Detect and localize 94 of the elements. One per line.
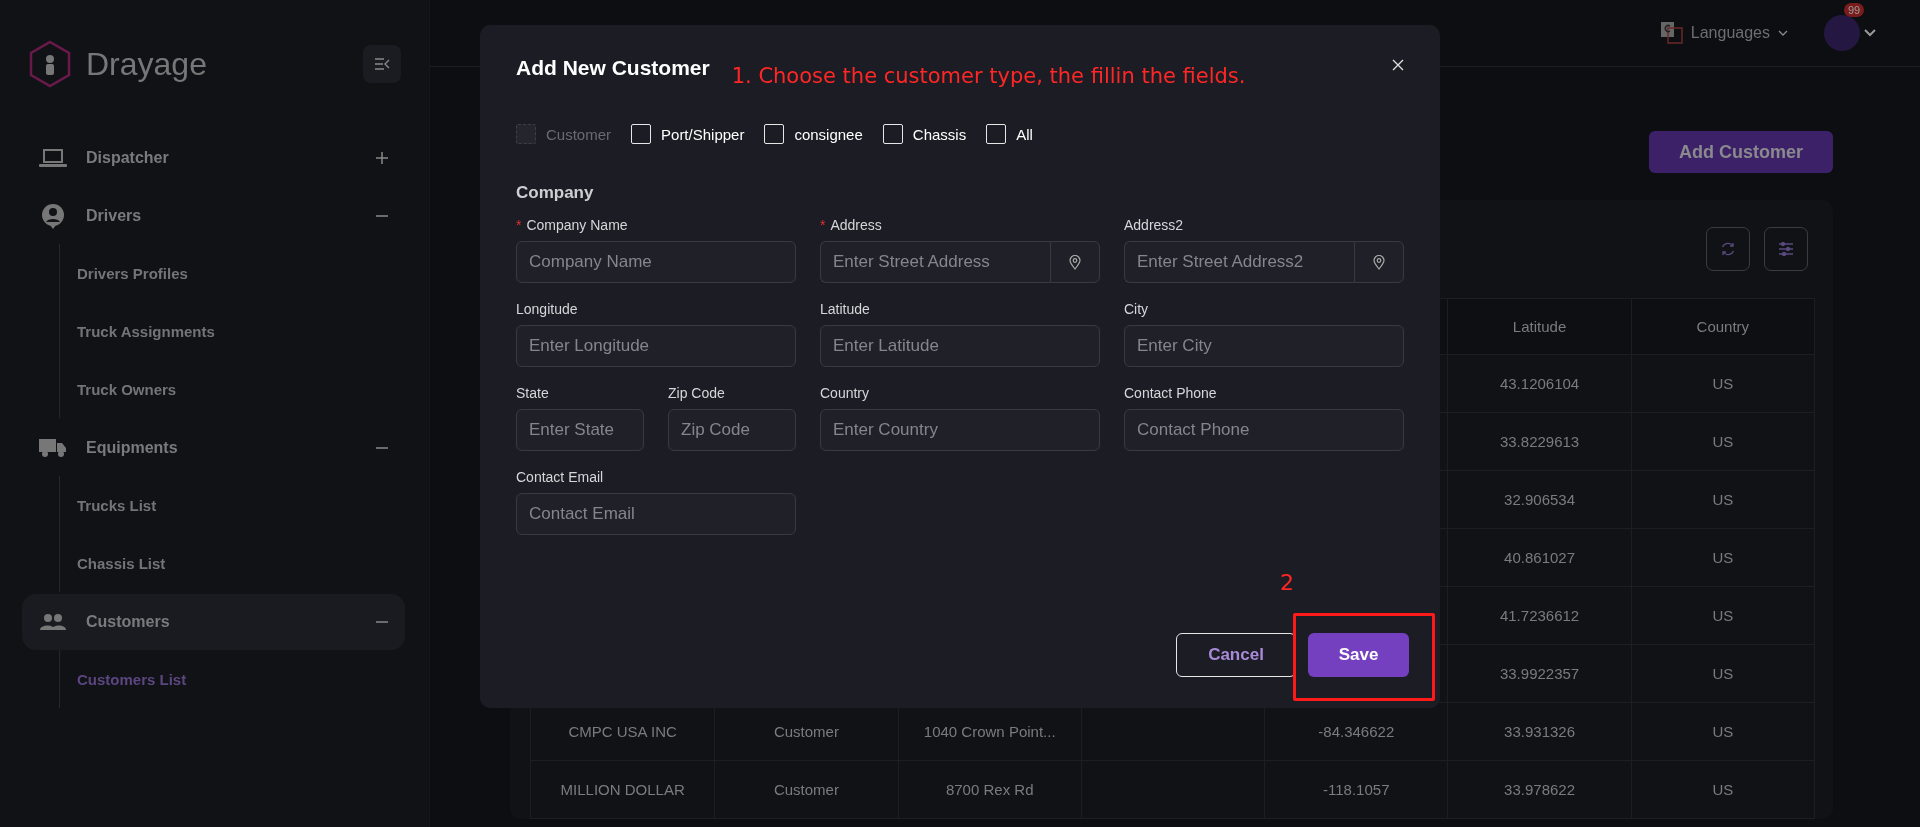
location-button[interactable] xyxy=(1050,241,1100,283)
notification-badge: 99 xyxy=(1844,3,1865,17)
field-label: State xyxy=(516,385,549,401)
table-cell: 33.931326 xyxy=(1447,703,1631,760)
input-field[interactable]: Enter City xyxy=(1124,325,1404,367)
nav-item-highlight[interactable]: Customers xyxy=(22,594,405,650)
field-label: Country xyxy=(820,385,870,401)
input-field[interactable]: Enter Latitude xyxy=(820,325,1100,367)
add-customer-button[interactable]: Add Customer xyxy=(1649,131,1833,173)
table-cell: -118.1057 xyxy=(1264,761,1448,818)
table-cell: 8700 Rex Rd xyxy=(897,761,1081,818)
checkbox-label: Chassis xyxy=(912,125,967,143)
sliders-icon xyxy=(1778,242,1794,256)
nav-item[interactable]: Equipments xyxy=(86,439,375,457)
laptop-icon xyxy=(39,148,67,168)
table-cell-text: CMPC USA INC xyxy=(567,722,678,742)
table-cell: 43.1206104 xyxy=(1447,355,1631,412)
table-cell: US xyxy=(1630,355,1814,412)
field-label: Company Name xyxy=(526,217,628,233)
expand-icon[interactable] xyxy=(375,151,389,165)
table-cell: US xyxy=(1630,587,1814,644)
input-field[interactable]: Enter Longitude xyxy=(516,325,796,367)
field-label: Longitude xyxy=(516,301,578,317)
nav-item[interactable]: Dispatcher xyxy=(86,149,375,167)
checkbox-label: Port/Shipper xyxy=(661,125,745,143)
people-icon xyxy=(39,613,67,631)
input-field[interactable]: Enter Country xyxy=(820,409,1100,451)
field-label: Contact Email xyxy=(516,469,604,485)
logo-icon xyxy=(28,40,72,88)
section-heading: Company xyxy=(516,183,595,203)
input-field[interactable]: Contact Phone xyxy=(1124,409,1404,451)
table-cell: US xyxy=(1630,703,1814,760)
nav-subitem[interactable]: Trucks List xyxy=(60,476,405,534)
chevron-down-icon xyxy=(1778,30,1788,36)
column-header: Country xyxy=(1630,299,1814,354)
nav-subitem[interactable]: Customers List xyxy=(60,650,405,708)
dialog-title: Add New Customer xyxy=(516,56,710,80)
field-label: Address xyxy=(830,217,882,233)
table-cell: 32.906534 xyxy=(1447,471,1631,528)
table-cell: 33.9922357 xyxy=(1447,645,1631,702)
input-field[interactable]: Company Name xyxy=(516,241,796,283)
location-pin-icon xyxy=(1069,254,1081,270)
table-cell-text: MILLION DOLLAR xyxy=(559,780,686,800)
table-cell: Customer xyxy=(714,761,898,818)
nav-subitem[interactable]: Truck Assignments xyxy=(60,302,405,360)
translate-icon xyxy=(1660,22,1683,44)
table-cell: 33.8229613 xyxy=(1447,413,1631,470)
logo-text: Drayage xyxy=(86,45,208,83)
nav-subitem[interactable]: Chassis List xyxy=(60,534,405,592)
input-field[interactable]: Enter State xyxy=(516,409,644,451)
truck-icon xyxy=(39,437,67,459)
table-cell: 40.861027 xyxy=(1447,529,1631,586)
checkbox[interactable] xyxy=(631,124,652,144)
input-field[interactable]: Zip Code xyxy=(668,409,796,451)
checkbox[interactable] xyxy=(986,124,1007,144)
nav-subitem[interactable]: Drivers Profiles xyxy=(60,244,405,302)
table-cell: US xyxy=(1630,471,1814,528)
column-header: Latitude xyxy=(1447,299,1631,354)
table-cell: 33.978622 xyxy=(1447,761,1631,818)
cancel-button[interactable]: Cancel xyxy=(1176,633,1296,677)
checkbox-label: consignee xyxy=(794,125,863,143)
table-cell: US xyxy=(1630,529,1814,586)
annotation-number: 2 xyxy=(1280,570,1294,595)
field-label: Address2 xyxy=(1124,217,1184,233)
table-cell: US xyxy=(1630,413,1814,470)
collapse-button[interactable] xyxy=(363,45,401,83)
chevron-down-icon xyxy=(1864,29,1876,37)
table-cell: US xyxy=(1630,761,1814,818)
field-label: City xyxy=(1124,301,1149,317)
location-pin-icon xyxy=(1373,254,1385,270)
save-button[interactable]: Save xyxy=(1308,633,1409,677)
location-button[interactable] xyxy=(1354,241,1404,283)
field-label: Zip Code xyxy=(668,385,725,401)
collapse-icon xyxy=(374,58,390,70)
person-icon xyxy=(41,203,65,229)
nav-subitem[interactable]: Truck Owners xyxy=(60,360,405,418)
checkbox-label: Customer xyxy=(546,125,612,143)
language-selector[interactable]: Languages xyxy=(1654,21,1794,45)
checkbox-label: All xyxy=(1016,125,1033,143)
address-field[interactable]: Enter Street Address xyxy=(820,241,1050,283)
address-field[interactable]: Enter Street Address2 xyxy=(1124,241,1354,283)
field-label: Contact Phone xyxy=(1124,385,1217,401)
table-cell: US xyxy=(1630,645,1814,702)
field-label: Latitude xyxy=(820,301,870,317)
input-field[interactable]: Contact Email xyxy=(516,493,796,535)
required-mark: * xyxy=(820,217,826,233)
checkbox[interactable] xyxy=(882,124,903,144)
required-mark: * xyxy=(516,217,522,233)
refresh-icon xyxy=(1720,241,1736,257)
nav-item[interactable]: Drivers xyxy=(86,207,375,225)
checkbox[interactable] xyxy=(764,124,785,144)
annotation-text: 1. Choose the customer type, the fillin the fields. xyxy=(731,64,1247,88)
close-icon xyxy=(1392,59,1404,71)
table-cell: 41.7236612 xyxy=(1447,587,1631,644)
